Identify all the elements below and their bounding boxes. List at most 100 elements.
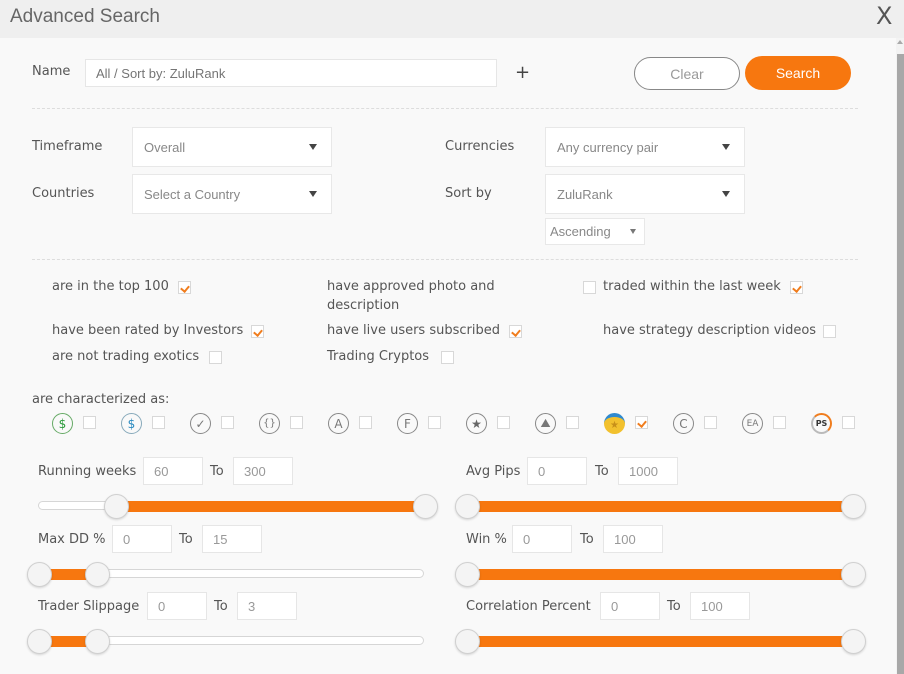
divider bbox=[32, 108, 858, 109]
slider-min-handle[interactable] bbox=[27, 629, 52, 654]
slider-max-handle[interactable] bbox=[84, 562, 110, 587]
characterization-checkbox[interactable] bbox=[842, 416, 855, 429]
slippage-to-input[interactable]: 3 bbox=[237, 592, 297, 620]
characterization-checkbox[interactable] bbox=[221, 416, 234, 429]
braces-icon: {} bbox=[259, 413, 280, 434]
letter-f-icon: F bbox=[397, 413, 418, 434]
win-pct-to-input[interactable]: 100 bbox=[603, 525, 663, 553]
characterized-label: are characterized as: bbox=[32, 392, 170, 407]
chevron-down-icon bbox=[309, 191, 317, 197]
avg-pips-to-input[interactable]: 1000 bbox=[618, 457, 678, 485]
slippage-slider[interactable] bbox=[27, 629, 424, 654]
timeframe-label: Timeframe bbox=[32, 139, 103, 154]
win-pct-from-input[interactable]: 0 bbox=[512, 525, 572, 553]
top-100-checkbox[interactable] bbox=[178, 281, 191, 294]
to-label: To bbox=[179, 532, 193, 547]
running-weeks-to-input[interactable]: 300 bbox=[233, 457, 293, 485]
characterization-checkbox[interactable] bbox=[359, 416, 372, 429]
checkbox-label: have live users subscribed bbox=[327, 323, 500, 338]
countries-select[interactable]: Select a Country bbox=[132, 174, 332, 214]
live-users-checkbox[interactable] bbox=[509, 325, 522, 338]
slider-max-handle[interactable] bbox=[841, 629, 866, 654]
avg-pips-label: Avg Pips bbox=[466, 464, 521, 479]
ea-icon: EA bbox=[742, 413, 763, 434]
correlation-from-input[interactable]: 0 bbox=[600, 592, 660, 620]
avg-pips-slider[interactable] bbox=[455, 494, 866, 519]
to-label: To bbox=[214, 599, 228, 614]
sort-by-select[interactable]: ZuluRank bbox=[545, 174, 745, 214]
strategy-videos-checkbox[interactable] bbox=[823, 325, 836, 338]
rated-by-investors-checkbox[interactable] bbox=[251, 325, 264, 338]
sort-by-value: ZuluRank bbox=[557, 186, 613, 202]
max-dd-to-input[interactable]: 15 bbox=[202, 525, 262, 553]
name-label: Name bbox=[32, 64, 71, 79]
max-dd-label: Max DD % bbox=[38, 532, 106, 547]
max-dd-from-input[interactable]: 0 bbox=[112, 525, 172, 553]
slippage-from-input[interactable]: 0 bbox=[147, 592, 207, 620]
add-icon[interactable]: + bbox=[515, 62, 530, 83]
win-pct-slider[interactable] bbox=[455, 562, 866, 587]
sort-order-value: Ascending bbox=[550, 224, 611, 239]
verified-badge-icon: ✓ bbox=[190, 413, 211, 434]
checkbox-label: traded within the last week bbox=[603, 279, 781, 294]
ps-icon: PS bbox=[811, 413, 832, 434]
slider-range-fill bbox=[467, 569, 853, 580]
search-button[interactable]: Search bbox=[745, 56, 851, 90]
traded-last-week-checkbox[interactable] bbox=[790, 281, 803, 294]
running-weeks-slider[interactable] bbox=[38, 494, 438, 519]
running-weeks-from-input[interactable]: 60 bbox=[143, 457, 203, 485]
slider-max-handle[interactable] bbox=[413, 494, 438, 519]
currencies-select[interactable]: Any currency pair bbox=[545, 127, 745, 167]
sort-by-label: Sort by bbox=[445, 186, 492, 201]
dialog-titlebar: Advanced Search X bbox=[0, 0, 904, 38]
correlation-slider[interactable] bbox=[455, 629, 866, 654]
climber-icon: ⛰ bbox=[535, 413, 556, 434]
checkbox-label: have been rated by Investors bbox=[52, 323, 244, 338]
countries-label: Countries bbox=[32, 186, 95, 201]
slider-range-fill bbox=[467, 501, 853, 512]
letter-a-icon: A bbox=[328, 413, 349, 434]
slider-min-handle[interactable] bbox=[27, 562, 52, 587]
slider-min-handle[interactable] bbox=[455, 629, 480, 654]
green-dollar-icon: $ bbox=[52, 413, 73, 434]
no-exotics-checkbox[interactable] bbox=[209, 351, 222, 364]
characterization-checkbox[interactable] bbox=[773, 416, 786, 429]
star-icon: ★ bbox=[466, 413, 487, 434]
approved-photo-checkbox[interactable] bbox=[583, 281, 596, 294]
scroll-up-arrow-icon[interactable] bbox=[897, 40, 903, 44]
countries-value: Select a Country bbox=[144, 186, 241, 202]
characterization-checkbox[interactable] bbox=[428, 416, 441, 429]
characterization-checkbox[interactable] bbox=[497, 416, 510, 429]
sort-order-select[interactable]: Ascending bbox=[545, 218, 645, 245]
name-input[interactable] bbox=[85, 59, 497, 87]
to-label: To bbox=[595, 464, 609, 479]
copyright-c-icon: C bbox=[673, 413, 694, 434]
characterization-checkbox[interactable] bbox=[83, 416, 96, 429]
timeframe-select[interactable]: Overall bbox=[132, 127, 332, 167]
slider-max-handle[interactable] bbox=[84, 629, 110, 654]
chevron-down-icon bbox=[722, 191, 730, 197]
characterization-checkbox[interactable] bbox=[152, 416, 165, 429]
max-dd-slider[interactable] bbox=[27, 562, 424, 587]
timeframe-value: Overall bbox=[144, 139, 186, 155]
slider-min-handle[interactable] bbox=[455, 562, 480, 587]
characterization-checkbox[interactable] bbox=[290, 416, 303, 429]
slippage-label: Trader Slippage bbox=[38, 599, 140, 614]
slider-max-handle[interactable] bbox=[841, 494, 866, 519]
characterization-checkbox[interactable] bbox=[635, 416, 648, 429]
correlation-to-input[interactable]: 100 bbox=[690, 592, 750, 620]
checkbox-label: Trading Cryptos bbox=[327, 349, 430, 364]
slider-max-handle[interactable] bbox=[841, 562, 866, 587]
scrollbar[interactable] bbox=[896, 38, 904, 674]
to-label: To bbox=[667, 599, 681, 614]
close-icon[interactable]: X bbox=[876, 3, 892, 29]
characterization-checkbox[interactable] bbox=[566, 416, 579, 429]
slider-min-handle[interactable] bbox=[455, 494, 480, 519]
avg-pips-from-input[interactable]: 0 bbox=[527, 457, 587, 485]
characterization-checkbox[interactable] bbox=[704, 416, 717, 429]
clear-button[interactable]: Clear bbox=[634, 57, 740, 90]
dialog-title: Advanced Search bbox=[10, 6, 160, 27]
trading-cryptos-checkbox[interactable] bbox=[441, 351, 454, 364]
checkbox-label: are not trading exotics bbox=[52, 349, 200, 364]
scrollbar-thumb[interactable] bbox=[897, 54, 904, 674]
